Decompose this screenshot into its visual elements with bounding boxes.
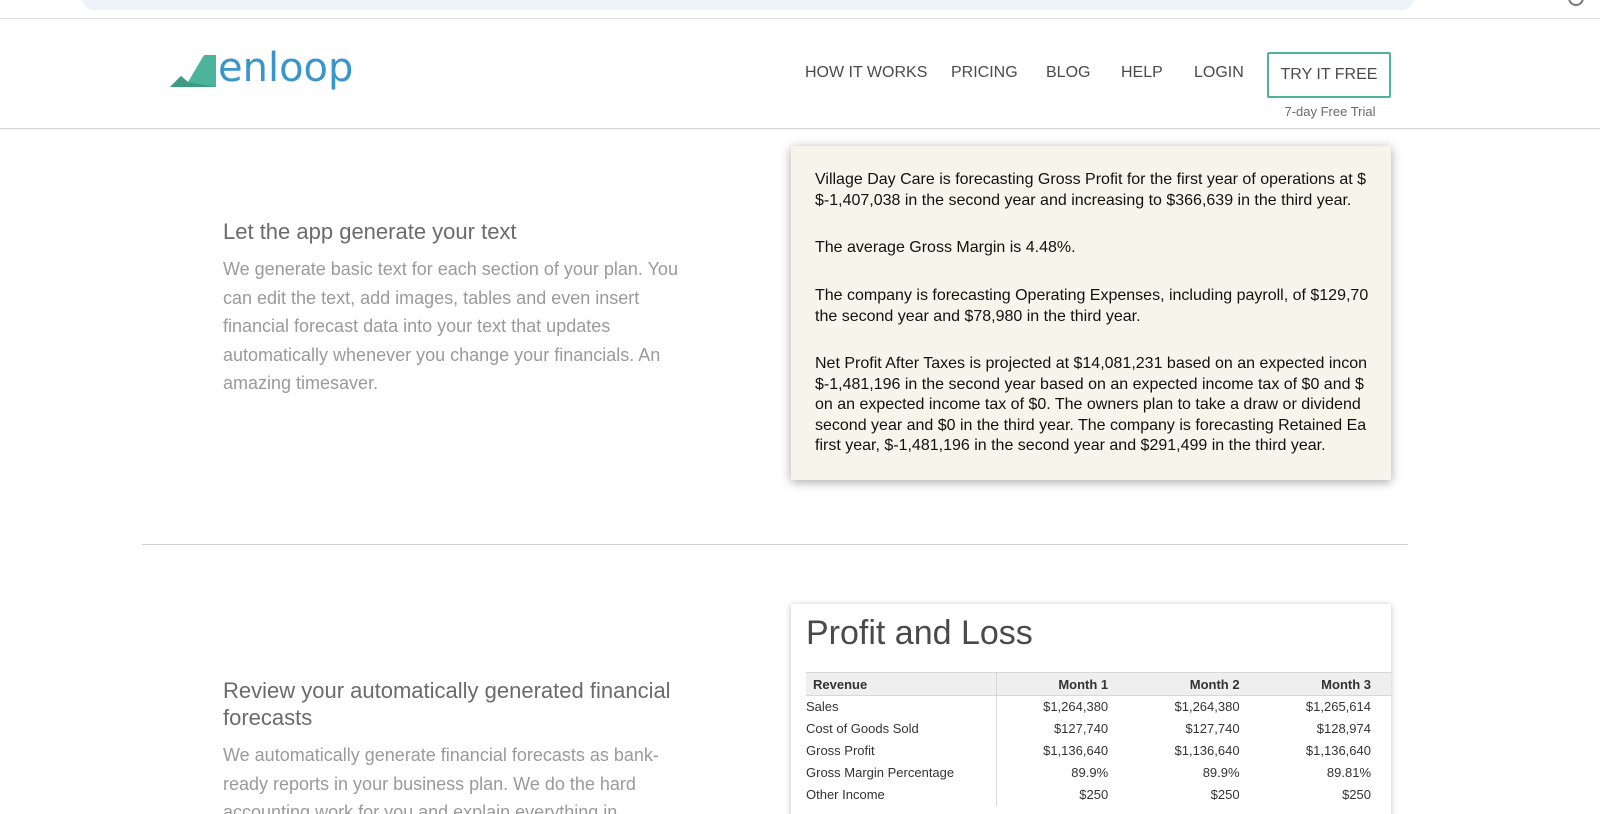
sample-line: $-1,407,038 in the second year and incre… xyxy=(815,191,1352,209)
column-header: Revenue xyxy=(806,672,997,696)
chart-logo-icon xyxy=(170,55,216,87)
sample-line: on an expected income tax of $0. The own… xyxy=(815,396,1361,413)
row-label: Other Income xyxy=(806,783,997,806)
profit-and-loss-report: Profit and Loss Revenue Month 1 Month 2 … xyxy=(791,604,1391,814)
sample-line: $-1,481,196 in the second year based on … xyxy=(815,375,1364,393)
sample-line: second year and $0 in the third year. Th… xyxy=(815,416,1367,434)
profile-icon[interactable] xyxy=(1568,0,1584,6)
sample-line: Village Day Care is forecasting Gross Pr… xyxy=(815,171,1367,188)
sample-line: The average Gross Margin is 4.48%. xyxy=(815,239,1076,256)
free-trial-note: 7-day Free Trial xyxy=(1284,104,1376,119)
table-cell: $250 xyxy=(1210,787,1240,802)
row-label: Gross Margin Percentage xyxy=(806,761,997,784)
sample-paragraph-gross-profit: Village Day Care is forecasting Gross Pr… xyxy=(815,170,1366,211)
nav-blog[interactable]: BLOG xyxy=(1046,64,1090,82)
column-header: Month 3 xyxy=(1259,672,1391,696)
table-cell: $127,740 xyxy=(1185,721,1240,736)
nav-login[interactable]: LOGIN xyxy=(1194,64,1244,82)
table-row: Gross Profit $1,136,640 $1,136,640 $1,13… xyxy=(806,739,1391,762)
table-header-row: Revenue Month 1 Month 2 Month 3 xyxy=(806,672,1391,696)
column-header: Month 1 xyxy=(996,672,1129,696)
sample-paragraph-net-profit: Net Profit After Taxes is projected at $… xyxy=(815,354,1367,457)
table-cell: $128,974 xyxy=(1316,721,1371,736)
sample-line: first year, $-1,481,196 in the second ye… xyxy=(815,437,1326,454)
logo-link[interactable]: enloop xyxy=(170,45,360,99)
nav-help[interactable]: HELP xyxy=(1121,64,1163,82)
logo-wordmark: enloop xyxy=(218,45,354,91)
sample-paragraph-gross-margin: The average Gross Margin is 4.48%. xyxy=(815,238,1076,259)
generate-text-heading: Let the app generate your text xyxy=(223,219,517,244)
table-cell: 89.9% xyxy=(1202,765,1240,780)
table-cell: $1,264,380 xyxy=(1043,699,1109,715)
report-title: Profit and Loss xyxy=(806,614,1033,652)
table-row: Other Income $250 $250 $250 xyxy=(806,783,1391,806)
address-bar[interactable] xyxy=(82,0,1414,10)
row-label: Gross Profit xyxy=(806,739,997,762)
table-cell: $1,136,640 xyxy=(1043,743,1109,758)
table-cell: $1,136,640 xyxy=(1305,743,1371,758)
table-cell: $250 xyxy=(1342,787,1371,802)
table-cell: 89.81% xyxy=(1326,765,1371,780)
row-label: Sales xyxy=(806,695,997,718)
section-divider xyxy=(142,544,1408,545)
table-cell: $127,740 xyxy=(1053,721,1109,736)
sample-line: The company is forecasting Operating Exp… xyxy=(815,287,1369,304)
sample-line: Net Profit After Taxes is projected at $… xyxy=(815,355,1368,372)
profit-and-loss-table: Revenue Month 1 Month 2 Month 3 Sales $1… xyxy=(806,672,1391,806)
sample-paragraph-operating-expenses: The company is forecasting Operating Exp… xyxy=(815,286,1368,327)
table-cell: 89.9% xyxy=(1071,765,1109,780)
table-cell: $1,264,380 xyxy=(1174,699,1240,715)
nav-pricing[interactable]: PRICING xyxy=(951,64,1018,82)
table-cell: $1,265,614 xyxy=(1305,699,1371,715)
table-cell: $1,136,640 xyxy=(1174,743,1240,758)
table-row: Gross Margin Percentage 89.9% 89.9% 89.8… xyxy=(806,761,1391,784)
generated-text-sample: Village Day Care is forecasting Gross Pr… xyxy=(791,146,1391,480)
table-cell: $250 xyxy=(1079,787,1109,802)
column-header: Month 2 xyxy=(1128,672,1260,696)
try-it-free-button[interactable]: TRY IT FREE xyxy=(1267,52,1391,98)
browser-toolbar xyxy=(0,0,1600,19)
financial-forecasts-heading: Review your automatically generated fina… xyxy=(223,678,671,730)
table-row: Cost of Goods Sold $127,740 $127,740 $12… xyxy=(806,717,1391,740)
sample-line: the second year and $78,980 in the third… xyxy=(815,307,1141,325)
row-label: Cost of Goods Sold xyxy=(806,717,997,740)
site-header: enloop HOW IT WORKS PRICING BLOG HELP LO… xyxy=(0,19,1600,129)
nav-how-it-works[interactable]: HOW IT WORKS xyxy=(805,64,927,82)
generate-text-description: We generate basic text for each section … xyxy=(223,259,678,393)
table-row: Sales $1,264,380 $1,264,380 $1,265,614 xyxy=(806,695,1391,718)
financial-forecasts-description: We automatically generate financial fore… xyxy=(223,745,659,814)
